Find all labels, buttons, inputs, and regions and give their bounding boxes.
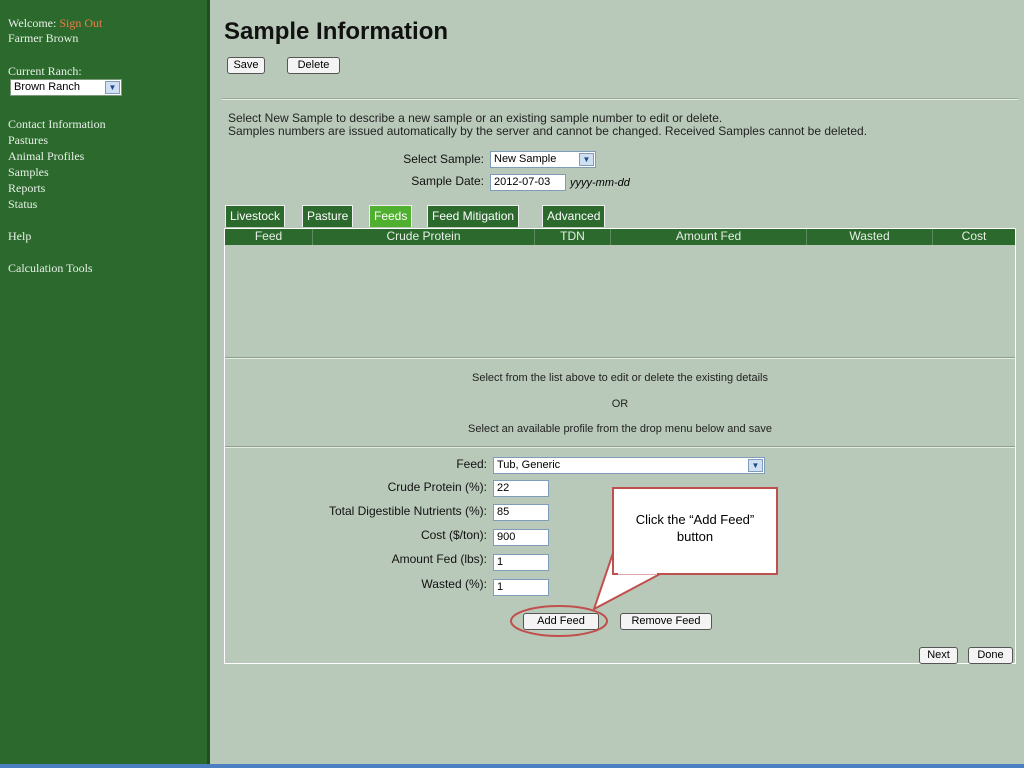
select-sample-label: Select Sample: [403,152,484,166]
sidebar-item-status[interactable]: Status [8,196,106,212]
main-content: Sample Information Save Delete Select Ne… [222,0,1022,768]
feed-dropdown[interactable]: Tub, Generic ▼ [493,457,765,474]
chevron-down-icon: ▼ [579,153,594,166]
current-ranch-select[interactable]: Brown Ranch ▼ [10,79,122,96]
tab-livestock[interactable]: Livestock [225,205,286,227]
sidebar-item-help[interactable]: Help [8,229,31,244]
callout-line-2: button [676,529,714,544]
sample-date-hint: yyyy-mm-dd [570,177,630,189]
wasted-input[interactable]: 1 [493,579,549,596]
feed-value: Tub, Generic [497,459,561,471]
add-feed-button[interactable]: Add Feed [523,613,599,630]
feeds-panel: Feed Crude Protein TDN Amount Fed Wasted… [224,228,1016,664]
tdn-label: Total Digestible Nutrients (%): [328,504,487,518]
sidebar-item-reports[interactable]: Reports [8,180,106,196]
delete-button[interactable]: Delete [287,57,340,74]
instruction-line-1: Select from the list above to edit or de… [472,372,768,384]
page-title: Sample Information [224,18,449,45]
divider [225,446,1015,448]
tab-feeds[interactable]: Feeds [369,205,413,227]
column-header-cost[interactable]: Cost [933,229,1015,245]
column-header-amount-fed[interactable]: Amount Fed [611,229,807,245]
column-header-feed[interactable]: Feed [225,229,313,245]
feed-label: Feed: [456,457,487,471]
save-button[interactable]: Save [227,57,265,74]
done-button[interactable]: Done [968,647,1013,664]
tab-advanced[interactable]: Advanced [542,205,606,227]
instruction-line-3: Select an available profile from the dro… [468,423,772,435]
welcome-label: Welcome: [8,16,57,30]
cost-label: Cost ($/ton): [420,528,487,542]
sidebar-item-samples[interactable]: Samples [8,164,106,180]
amount-fed-input[interactable]: 1 [493,554,549,571]
sidebar-nav: Contact Information Pastures Animal Prof… [8,116,106,212]
sample-date-label: Sample Date: [411,174,484,188]
column-header-tdn[interactable]: TDN [535,229,611,245]
tab-pasture[interactable]: Pasture [302,205,354,227]
wasted-label: Wasted (%): [421,577,487,591]
remove-feed-button[interactable]: Remove Feed [620,613,712,630]
sidebar-item-calculation-tools[interactable]: Calculation Tools [8,261,93,276]
cost-input[interactable]: 900 [493,529,549,546]
column-header-crude-protein[interactable]: Crude Protein [313,229,535,245]
select-sample-value: New Sample [494,153,557,165]
crude-protein-input[interactable]: 22 [493,480,549,497]
next-button[interactable]: Next [919,647,958,664]
info-text: Select New Sample to describe a new samp… [228,112,867,138]
callout-line-1: Click the “Add Feed” [635,512,755,527]
select-sample-dropdown[interactable]: New Sample ▼ [490,151,596,168]
amount-fed-label: Amount Fed (lbs): [391,552,487,566]
chevron-down-icon: ▼ [105,81,120,94]
user-name: Farmer Brown [8,31,79,45]
window-bottom-border [0,764,1024,768]
sidebar-item-pastures[interactable]: Pastures [8,132,106,148]
divider [222,98,1018,100]
sample-date-input[interactable]: 2012-07-03 [490,174,566,191]
tab-feed-mitigation[interactable]: Feed Mitigation [427,205,520,227]
instruction-or: OR [611,398,629,410]
crude-protein-label: Crude Protein (%): [387,480,487,494]
info-line-2: Samples numbers are issued automatically… [228,124,868,138]
sidebar: Welcome: Sign Out Farmer Brown Current R… [0,0,210,768]
tdn-input[interactable]: 85 [493,504,549,521]
current-ranch-label: Current Ranch: [8,64,82,78]
current-ranch-value: Brown Ranch [14,81,81,93]
sidebar-item-animal-profiles[interactable]: Animal Profiles [8,148,106,164]
welcome-block: Welcome: Sign Out Farmer Brown [8,16,102,46]
divider [225,357,1015,359]
sidebar-item-contact-information[interactable]: Contact Information [8,116,106,132]
feeds-table-header: Feed Crude Protein TDN Amount Fed Wasted… [225,229,1015,245]
chevron-down-icon: ▼ [748,459,763,472]
column-header-wasted[interactable]: Wasted [807,229,933,245]
sign-out-link[interactable]: Sign Out [59,16,102,30]
callout-box: Click the “Add Feed” button [612,487,778,575]
